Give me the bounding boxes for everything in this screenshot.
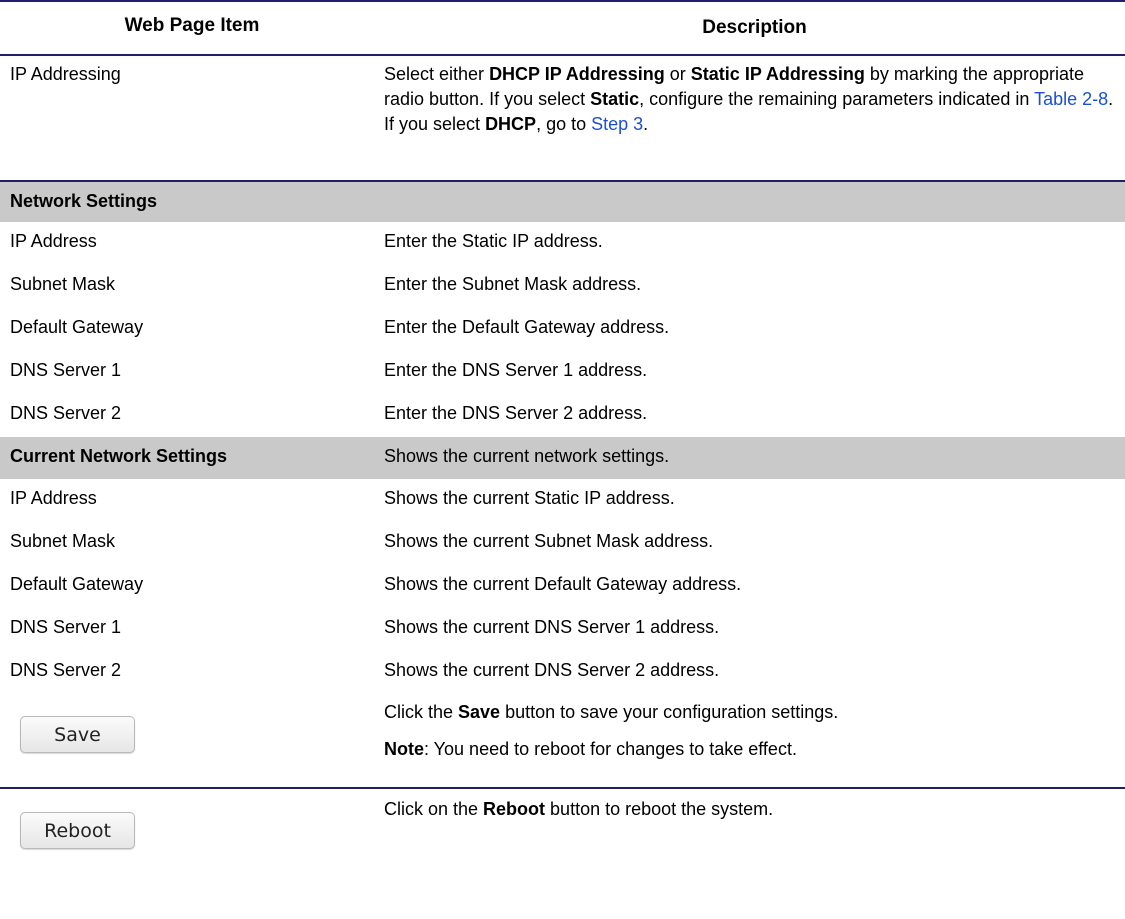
desc-bold-static: Static IP Addressing: [690, 64, 865, 84]
item-label: Default Gateway: [10, 317, 144, 337]
table-header: Web Page Item Description: [0, 0, 1125, 54]
current-network-settings-description: Shows the current network settings.: [384, 446, 670, 466]
desc-text: .: [643, 114, 649, 134]
header-web-page-item: Web Page Item: [124, 15, 260, 36]
item-description: Shows the current Static IP address.: [384, 488, 675, 508]
step-3-link[interactable]: Step 3: [591, 114, 643, 134]
item-label: DNS Server 1: [10, 360, 122, 380]
item-label: IP Address: [10, 488, 97, 508]
item-description: Shows the current DNS Server 2 address.: [384, 660, 720, 680]
item-ip-addressing: IP Addressing: [10, 64, 121, 84]
desc-text: Click on the: [384, 799, 484, 819]
table-row: DNS Server 1 Enter the DNS Server 1 addr…: [0, 351, 1125, 394]
item-description: Enter the DNS Server 1 address.: [384, 360, 648, 380]
item-label: Default Gateway: [10, 574, 144, 594]
desc-text: Select either: [384, 64, 490, 84]
ip-addressing-description: Select either DHCP IP Addressing or Stat…: [384, 62, 1119, 137]
item-label: Subnet Mask: [10, 531, 116, 551]
desc-text: , go to: [536, 114, 592, 134]
current-network-settings-heading: Current Network Settings: [10, 446, 228, 466]
note-label: Note: [384, 739, 424, 759]
note-text: : You need to reboot for changes to take…: [424, 739, 797, 759]
item-label: DNS Server 2: [10, 403, 122, 423]
table-row-reboot: Reboot Click on the Reboot button to reb…: [0, 787, 1125, 875]
save-description: Click the Save button to save your confi…: [384, 700, 1119, 762]
settings-table: Web Page Item Description IP Addressing …: [0, 0, 1125, 875]
reboot-description: Click on the Reboot button to reboot the…: [384, 797, 1119, 822]
item-description: Enter the Static IP address.: [384, 231, 603, 251]
header-description: Description: [702, 17, 807, 38]
table-row: Default Gateway Enter the Default Gatewa…: [0, 308, 1125, 351]
section-current-network-settings: Current Network Settings Shows the curre…: [0, 437, 1125, 479]
table-row-save: Save Click the Save button to save your …: [0, 694, 1125, 787]
table-2-8-link[interactable]: Table 2-8: [1034, 89, 1108, 109]
table-row: IP Address Enter the Static IP address.: [0, 222, 1125, 265]
item-description: Shows the current DNS Server 1 address.: [384, 617, 720, 637]
table-row: IP Address Shows the current Static IP a…: [0, 479, 1125, 522]
desc-bold-dhcp-short: DHCP: [485, 114, 537, 134]
item-description: Enter the DNS Server 2 address.: [384, 403, 648, 423]
desc-text: or: [664, 64, 691, 84]
table-row: IP Addressing Select either DHCP IP Addr…: [0, 54, 1125, 180]
top-rule: [0, 0, 1125, 2]
save-note: Note: You need to reboot for changes to …: [384, 737, 1119, 762]
table-row: DNS Server 1 Shows the current DNS Serve…: [0, 608, 1125, 651]
table-row: DNS Server 2 Shows the current DNS Serve…: [0, 651, 1125, 694]
table-row: Subnet Mask Shows the current Subnet Mas…: [0, 522, 1125, 565]
desc-bold-reboot: Reboot: [483, 799, 546, 819]
desc-text: button to reboot the system.: [545, 799, 774, 819]
desc-text: , configure the remaining parameters ind…: [639, 89, 1035, 109]
item-description: Enter the Default Gateway address.: [384, 317, 670, 337]
item-label: DNS Server 1: [10, 617, 122, 637]
item-description: Shows the current Subnet Mask address.: [384, 531, 714, 551]
desc-bold-dhcp: DHCP IP Addressing: [489, 64, 665, 84]
desc-bold-save: Save: [458, 702, 501, 722]
item-description: Enter the Subnet Mask address.: [384, 274, 642, 294]
desc-bold-static-short: Static: [590, 89, 640, 109]
item-description: Shows the current Default Gateway addres…: [384, 574, 742, 594]
table-row: Subnet Mask Enter the Subnet Mask addres…: [0, 265, 1125, 308]
desc-text: button to save your configuration settin…: [500, 702, 839, 722]
save-instruction: Click the Save button to save your confi…: [384, 700, 1119, 725]
save-button[interactable]: Save: [20, 716, 135, 753]
table-row: DNS Server 2 Enter the DNS Server 2 addr…: [0, 394, 1125, 437]
table-row: Default Gateway Shows the current Defaul…: [0, 565, 1125, 608]
desc-text: Click the: [384, 702, 459, 722]
reboot-button[interactable]: Reboot: [20, 812, 135, 849]
section-network-settings: Network Settings: [0, 180, 1125, 222]
item-label: IP Address: [10, 231, 97, 251]
item-label: Subnet Mask: [10, 274, 116, 294]
network-settings-heading: Network Settings: [10, 191, 158, 211]
item-label: DNS Server 2: [10, 660, 122, 680]
